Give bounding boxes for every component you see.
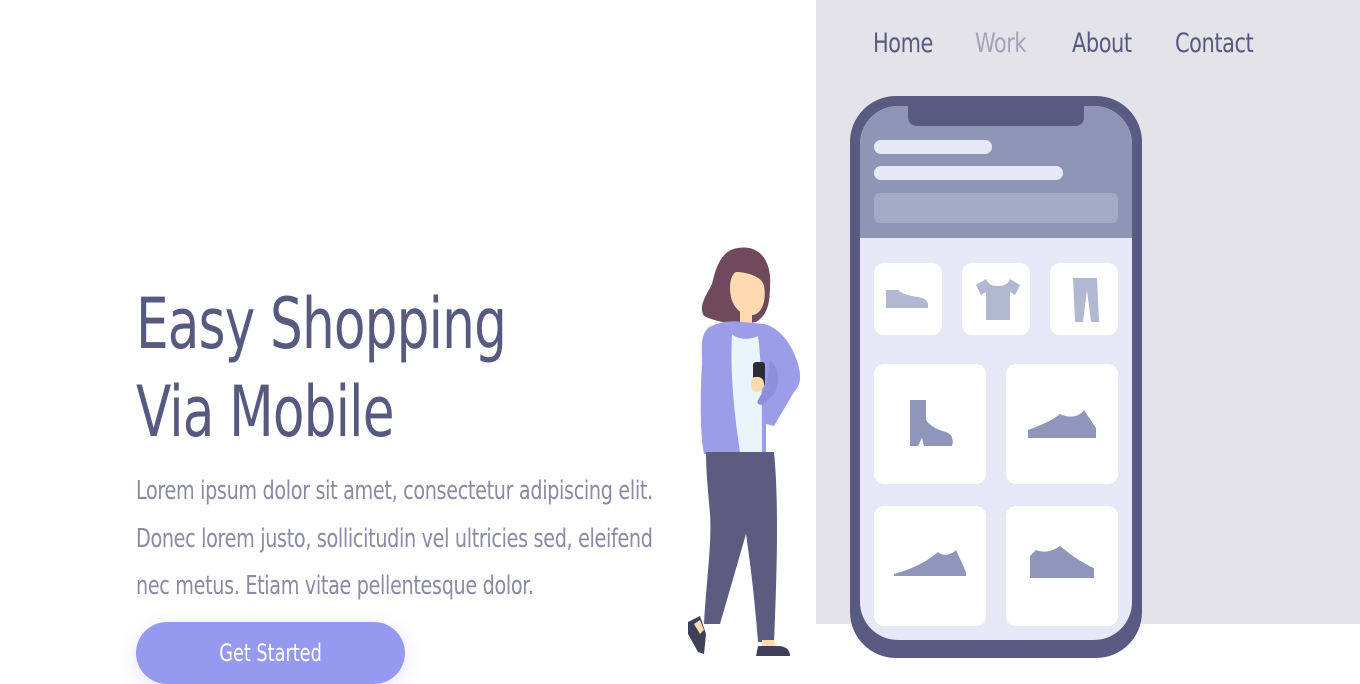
- phone-header-line: [874, 166, 1063, 180]
- phone-illustration: [850, 96, 1142, 658]
- phone-header-line: [874, 140, 992, 154]
- woman-figure: [688, 247, 801, 656]
- phone-search-bar: [874, 193, 1118, 223]
- shopping-illustration: [688, 96, 1142, 658]
